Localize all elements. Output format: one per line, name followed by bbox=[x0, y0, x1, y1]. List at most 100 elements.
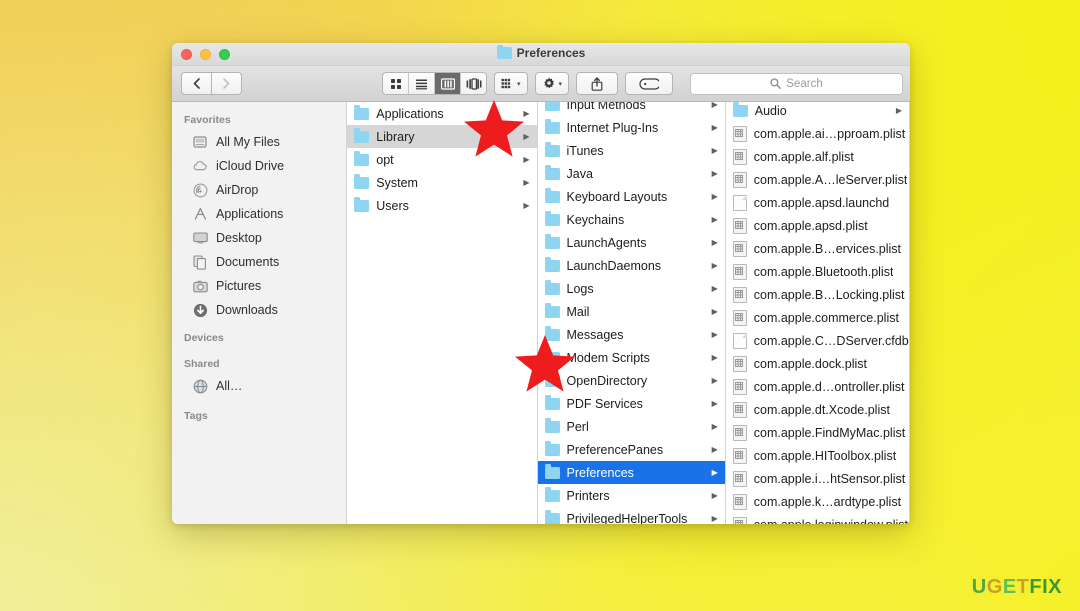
coverflow-view-button[interactable] bbox=[461, 73, 486, 94]
row-label: com.apple.C…DServer.cfdb bbox=[753, 333, 909, 348]
forward-button[interactable] bbox=[211, 72, 242, 95]
search-input[interactable]: Search bbox=[690, 72, 903, 95]
column-row[interactable]: com.apple.HIToolbox.plist bbox=[726, 444, 909, 467]
column-row[interactable]: Users ▶ bbox=[347, 194, 536, 217]
chevron-down-icon: ▾ bbox=[517, 80, 521, 88]
column-row[interactable]: com.apple.FindMyMac.plist bbox=[726, 421, 909, 444]
column-row[interactable]: System ▶ bbox=[347, 171, 536, 194]
sidebar-item-airdrop[interactable]: AirDrop bbox=[172, 178, 346, 202]
row-label: com.apple.B…ervices.plist bbox=[753, 241, 902, 256]
column-row[interactable]: Internet Plug-Ins ▶ bbox=[538, 116, 725, 139]
sidebar-item-icloud-drive[interactable]: iCloud Drive bbox=[172, 154, 346, 178]
row-label: com.apple.k…ardtype.plist bbox=[753, 494, 902, 509]
column-library[interactable]: Input Methods ▶ Internet Plug-Ins ▶ iTunes ▶ J… bbox=[537, 102, 726, 524]
column-row[interactable]: OpenDirectory ▶ bbox=[538, 369, 725, 392]
column-row[interactable]: Applications ▶ bbox=[347, 102, 536, 125]
column-row[interactable]: Messages ▶ bbox=[538, 323, 725, 346]
arrange-button[interactable]: ▾ bbox=[494, 72, 528, 95]
disclosure-arrow-icon: ▶ bbox=[895, 106, 902, 115]
column-row[interactable]: com.apple.apsd.plist bbox=[726, 214, 909, 237]
plist-file-icon bbox=[732, 171, 747, 188]
row-label: com.apple.B…Locking.plist bbox=[753, 287, 905, 302]
icon-view-icon bbox=[390, 78, 401, 89]
folder-icon bbox=[544, 211, 560, 226]
disclosure-arrow-icon: ▶ bbox=[711, 399, 718, 408]
column-row[interactable]: PreferencePanes ▶ bbox=[538, 438, 725, 461]
column-row[interactable]: com.apple.d…ontroller.plist bbox=[726, 375, 909, 398]
folder-icon bbox=[732, 102, 748, 117]
row-label: Java bbox=[566, 166, 593, 181]
disclosure-arrow-icon: ▶ bbox=[711, 169, 718, 178]
tag-button[interactable] bbox=[625, 72, 674, 95]
column-row[interactable]: com.apple.commerce.plist bbox=[726, 306, 909, 329]
column-row[interactable]: com.apple.loginwindow.plist bbox=[726, 513, 909, 524]
sidebar-header-tags: Tags bbox=[184, 410, 208, 422]
column-row[interactable]: com.apple.Bluetooth.plist bbox=[726, 260, 909, 283]
column-row[interactable]: com.apple.dock.plist bbox=[726, 352, 909, 375]
column-row[interactable]: com.apple.i…htSensor.plist bbox=[726, 467, 909, 490]
column-root[interactable]: Applications ▶ Library ▶ opt ▶ System ▶ bbox=[347, 102, 538, 524]
share-button[interactable] bbox=[576, 72, 619, 95]
list-view-button[interactable] bbox=[409, 73, 435, 94]
column-row[interactable]: Keyboard Layouts ▶ bbox=[538, 185, 725, 208]
sidebar-item-all-my-files[interactable]: All My Files bbox=[172, 130, 346, 154]
back-button[interactable] bbox=[181, 72, 211, 95]
column-row[interactable]: Modem Scripts ▶ bbox=[538, 346, 725, 369]
column-row[interactable]: iTunes ▶ bbox=[538, 139, 725, 162]
sidebar-item-downloads[interactable]: Downloads bbox=[172, 298, 346, 322]
column-row[interactable]: PrivilegedHelperTools ▶ bbox=[538, 507, 725, 524]
watermark-letter: G bbox=[986, 576, 1003, 598]
column-row[interactable]: Java ▶ bbox=[538, 162, 725, 185]
disclosure-arrow-icon: ▶ bbox=[711, 376, 718, 385]
column-row[interactable]: LaunchDaemons ▶ bbox=[538, 254, 725, 277]
column-row[interactable]: PDF Services ▶ bbox=[538, 392, 725, 415]
share-icon bbox=[591, 76, 603, 91]
disclosure-arrow-icon: ▶ bbox=[711, 353, 718, 362]
column-row[interactable]: com.apple.k…ardtype.plist bbox=[726, 490, 909, 513]
disclosure-arrow-icon: ▶ bbox=[523, 178, 530, 187]
desktop-icon bbox=[192, 230, 208, 246]
document-file-icon bbox=[732, 332, 747, 349]
column-row[interactable]: Perl ▶ bbox=[538, 415, 725, 438]
column-row[interactable]: Audio ▶ bbox=[726, 102, 909, 122]
plist-file-icon bbox=[732, 424, 747, 441]
pictures-icon bbox=[192, 278, 208, 294]
column-row[interactable]: Printers ▶ bbox=[538, 484, 725, 507]
disclosure-arrow-icon: ▶ bbox=[711, 491, 718, 500]
column-row[interactable]: Keychains ▶ bbox=[538, 208, 725, 231]
column-preferences[interactable]: Audio ▶ com.apple.ai…pproam.plist com.apple… bbox=[725, 102, 910, 524]
gear-icon bbox=[543, 77, 554, 88]
column-row[interactable]: Mail ▶ bbox=[538, 300, 725, 323]
column-row[interactable]: com.apple.ai…pproam.plist bbox=[726, 122, 909, 145]
sidebar-item-applications[interactable]: Applications bbox=[172, 202, 346, 226]
sidebar-item-desktop[interactable]: Desktop bbox=[172, 226, 346, 250]
view-mode-group bbox=[382, 72, 487, 95]
column-row[interactable]: com.apple.alf.plist bbox=[726, 145, 909, 168]
column-row[interactable]: Input Methods ▶ bbox=[538, 102, 725, 116]
finder-window: Preferences ▾ ▾ Search Favorites All My … bbox=[172, 43, 910, 524]
folder-icon bbox=[544, 165, 560, 180]
column-row[interactable]: LaunchAgents ▶ bbox=[538, 231, 725, 254]
column-row[interactable]: com.apple.B…ervices.plist bbox=[726, 237, 909, 260]
column-row[interactable]: Logs ▶ bbox=[538, 277, 725, 300]
icon-view-button[interactable] bbox=[383, 73, 409, 94]
column-row-library[interactable]: Library ▶ bbox=[347, 125, 537, 148]
column-row[interactable]: com.apple.A…leServer.plist bbox=[726, 168, 909, 191]
column-row[interactable]: com.apple.B…Locking.plist bbox=[726, 283, 909, 306]
row-label: PDF Services bbox=[566, 396, 643, 411]
row-label: com.apple.loginwindow.plist bbox=[754, 518, 908, 525]
row-label: Library bbox=[376, 129, 415, 144]
action-button[interactable]: ▾ bbox=[534, 72, 570, 95]
row-label: Applications bbox=[376, 106, 444, 121]
column-row[interactable]: com.apple.apsd.launchd bbox=[726, 191, 909, 214]
column-view-button[interactable] bbox=[435, 73, 461, 94]
column-row[interactable]: com.apple.C…DServer.cfdb bbox=[726, 329, 909, 352]
column-row-selected[interactable]: Preferences ▶ bbox=[537, 461, 725, 484]
column-row[interactable]: opt ▶ bbox=[347, 148, 536, 171]
sidebar-item-documents[interactable]: Documents bbox=[172, 250, 346, 274]
row-label: PreferencePanes bbox=[566, 442, 664, 457]
watermark-letter: E bbox=[1002, 576, 1017, 598]
column-row[interactable]: com.apple.dt.Xcode.plist bbox=[726, 398, 909, 421]
sidebar-item-pictures[interactable]: Pictures bbox=[172, 274, 346, 298]
sidebar-item-all[interactable]: All… bbox=[172, 374, 346, 398]
